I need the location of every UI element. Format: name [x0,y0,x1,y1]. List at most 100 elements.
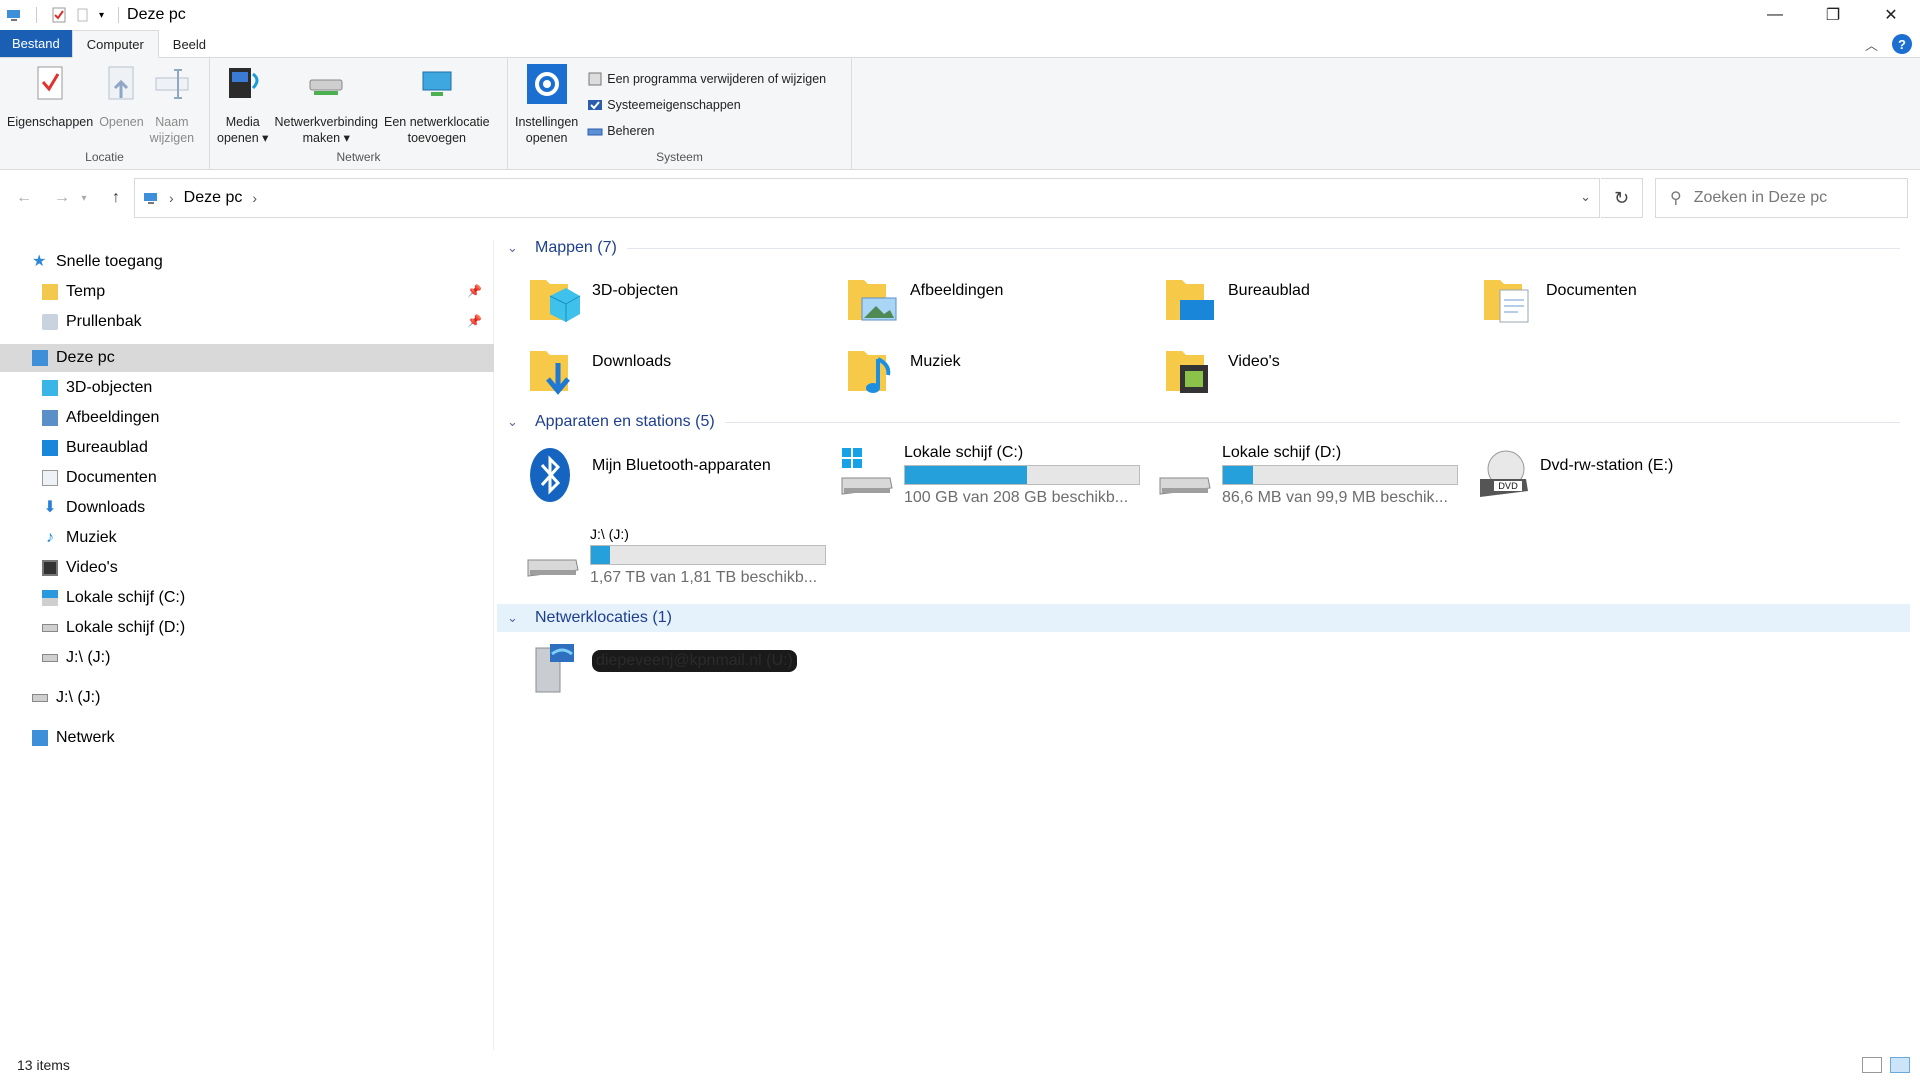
drive-icon [42,654,58,662]
refresh-button[interactable]: ↻ [1601,178,1643,218]
locatie-label-1: Een netwerklocatie [384,115,490,129]
folder-tile-bureaublad[interactable]: Bureaublad [1164,272,1310,328]
nav-label: Netwerk [56,729,115,746]
chevron-down-icon[interactable]: ⌄ [507,610,527,626]
forward-button[interactable]: → [44,180,80,216]
this-pc-icon [144,193,157,204]
nav-item-j-drive-root[interactable]: J:\ (J:) [0,684,494,712]
breadcrumb-chevron-icon[interactable]: › [252,190,257,206]
nav-item-prullenbak[interactable]: Prullenbak 📌 [0,308,494,336]
group-label-netwerk: Netwerk [336,150,381,164]
section-header-mappen[interactable]: ⌄ Mappen (7) [497,234,1910,262]
address-bar[interactable]: › Deze pc › ⌄ [134,178,1600,218]
new-folder-icon[interactable] [75,7,91,23]
pin-icon[interactable]: 📌 [467,284,482,298]
systeemeigenschappen-button[interactable]: Systeemeigenschappen [587,94,826,116]
nav-item-j-drive[interactable]: J:\ (J:) [0,644,494,672]
restore-button[interactable]: ❐ [1804,0,1862,30]
tab-computer[interactable]: Computer [71,30,159,58]
systeemeigenschappen-label: Systeemeigenschappen [607,98,741,112]
nav-item-downloads[interactable]: ⬇ Downloads [0,494,494,522]
nav-item-muziek[interactable]: ♪ Muziek [0,524,494,552]
folder-name: Video's [1228,353,1280,370]
recent-locations-chevron-icon[interactable]: ▾ [76,180,92,216]
section-header-netwerklocaties[interactable]: ⌄ Netwerklocaties (1) [497,604,1910,632]
section-header-apparaten[interactable]: ⌄ Apparaten en stations (5) [497,408,1910,436]
search-placeholder: Zoeken in Deze pc [1693,189,1828,206]
nav-item-bureaublad[interactable]: Bureaublad [0,434,494,462]
folder-tile-muziek[interactable]: Muziek [846,343,961,399]
instellingen-label-1: Instellingen [515,115,579,129]
device-tile-bluetooth[interactable]: Mijn Bluetooth-apparaten [528,447,771,503]
drive-tile-c[interactable]: Lokale schijf (C:) 100 GB van 208 GB bes… [840,444,1140,507]
beheren-label: Beheren [607,124,655,138]
tab-beeld[interactable]: Beeld [159,31,220,57]
chevron-down-icon[interactable]: ⌄ [507,240,527,256]
drive-tile-j[interactable]: J:\ (J:) 1,67 TB van 1,81 TB beschikb... [526,526,826,587]
nav-item-lokale-schijf-c[interactable]: Lokale schijf (C:) [0,584,494,612]
dvd-drive-icon: DVD [1480,450,1528,497]
svg-text:DVD: DVD [1498,482,1518,492]
nav-item-3d-objecten[interactable]: 3D-objecten [0,374,494,402]
this-pc-icon[interactable] [6,7,22,23]
nav-label: J:\ (J:) [66,649,111,666]
drive-tile-d[interactable]: Lokale schijf (D:) 86,6 MB van 99,9 MB b… [1158,444,1458,507]
nav-item-videos[interactable]: Video's [0,554,494,582]
bluetooth-icon [530,448,570,502]
nav-item-netwerk[interactable]: Netwerk [0,724,494,752]
search-input[interactable]: ⚲ Zoeken in Deze pc [1655,178,1908,218]
device-tile-dvd[interactable]: DVD Dvd-rw-station (E:) [1476,447,1673,503]
nav-label: Temp [66,283,106,300]
programma-verwijderen-button[interactable]: Een programma verwijderen of wijzigen [587,68,826,90]
properties-icon[interactable] [51,7,67,23]
nav-label: Prullenbak [66,313,142,330]
drive-name: J:\ (J:) [590,526,629,542]
media-label-2: openen ▾ [217,131,269,145]
pictures-folder-icon [848,280,897,321]
network-share-icon [535,644,574,693]
folder-tile-3d-objecten[interactable]: 3D-objecten [528,272,678,328]
network-location-tile[interactable]: diepeveenj@kpnmail.nl (U:) [528,640,797,696]
system-properties-icon [588,100,603,110]
nav-item-documenten[interactable]: Documenten [0,464,494,492]
nav-item-deze-pc[interactable]: Deze pc [0,344,494,372]
customize-toolbar-chevron-icon[interactable]: ▾ [99,10,104,21]
documents-icon [42,470,58,486]
ribbon: Eigenschappen Openen Naam wijzigen Locat… [0,58,1920,170]
3d-objects-icon [42,380,58,396]
nav-label: J:\ (J:) [56,689,101,706]
nav-item-temp[interactable]: Temp 📌 [0,278,494,306]
folder-tile-downloads[interactable]: Downloads [528,343,671,399]
folder-tile-videos[interactable]: Video's [1164,343,1280,399]
help-icon[interactable]: ? [1892,34,1912,54]
locatie-label-2: toevoegen [407,131,466,145]
videos-icon [42,560,58,576]
breadcrumb-deze-pc[interactable]: Deze pc [184,189,243,207]
section-title: Apparaten en stations (5) [535,413,715,430]
beheren-button[interactable]: Beheren [587,120,826,142]
up-button[interactable]: ↑ [98,180,134,216]
nav-item-afbeeldingen[interactable]: Afbeeldingen [0,404,494,432]
search-icon: ⚲ [1670,190,1682,207]
close-button[interactable]: ✕ [1862,0,1920,30]
item-count: 13 items [17,1057,70,1073]
folder-tile-afbeeldingen[interactable]: Afbeeldingen [846,272,1003,328]
folder-tile-documenten[interactable]: Documenten [1482,272,1637,328]
back-button[interactable]: ← [6,180,42,216]
details-view-button[interactable] [1862,1057,1882,1073]
rename-icon [155,69,189,99]
address-dropdown-chevron-icon[interactable]: ⌄ [1580,189,1591,205]
large-icons-view-button[interactable] [1890,1057,1910,1073]
nav-item-lokale-schijf-d[interactable]: Lokale schijf (D:) [0,614,494,642]
collapse-ribbon-chevron-icon[interactable]: ︿ [1865,35,1878,54]
this-pc-icon [32,350,48,366]
pin-icon[interactable]: 📌 [467,314,482,328]
nav-label: Documenten [66,469,157,486]
tab-bestand[interactable]: Bestand [0,30,72,57]
nav-item-snelle-toegang[interactable]: ★ Snelle toegang [0,248,494,276]
settings-gear-icon [526,64,567,104]
minimize-button[interactable]: — [1746,0,1804,30]
drive-info: J:\ (J:) 1,67 TB van 1,81 TB beschikb... [590,526,826,587]
chevron-down-icon[interactable]: ⌄ [507,414,527,430]
breadcrumb-separator-icon[interactable]: › [169,190,174,206]
